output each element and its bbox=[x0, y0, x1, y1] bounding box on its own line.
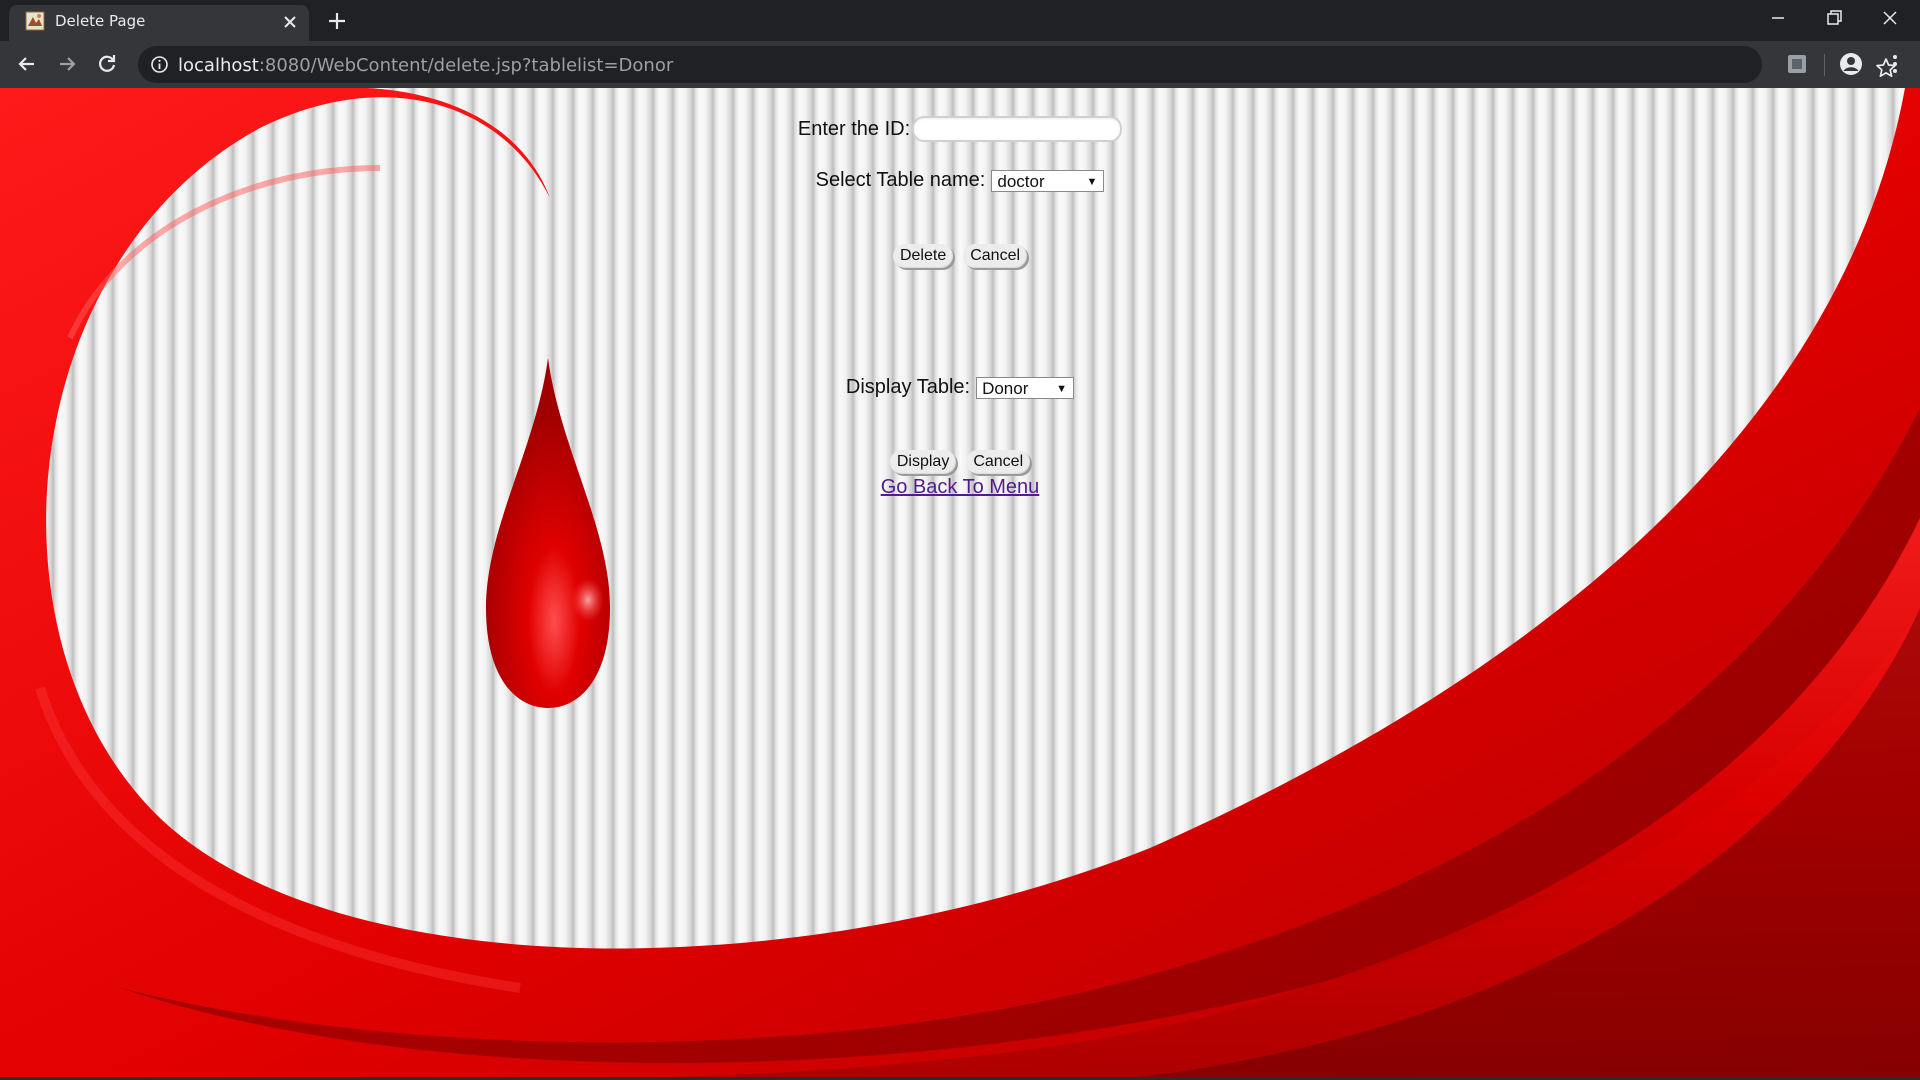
url-host: localhost bbox=[178, 55, 259, 76]
url-path: :8080/WebContent/delete.jsp?tablelist=Do… bbox=[258, 55, 674, 76]
browser-toolbar: localhost:8080/WebContent/delete.jsp?tab… bbox=[0, 41, 1920, 88]
reload-icon[interactable] bbox=[94, 51, 120, 77]
favicon-icon bbox=[25, 11, 45, 31]
display-table-label: Display Table: bbox=[845, 376, 971, 398]
toolbar-separator bbox=[1824, 54, 1825, 76]
display-table-select-value: Donor bbox=[982, 378, 1029, 398]
display-table-select[interactable]: Donor ▼ bbox=[976, 376, 1075, 399]
close-window-icon[interactable] bbox=[1878, 6, 1902, 30]
dropdown-arrow-icon: ▼ bbox=[1056, 382, 1068, 395]
blood-drop-background bbox=[0, 88, 1920, 1080]
new-tab-icon[interactable] bbox=[326, 10, 348, 32]
back-arrow-icon[interactable] bbox=[14, 51, 40, 77]
display-button[interactable]: Display bbox=[889, 450, 957, 474]
display-buttons-row: Display Cancel bbox=[0, 450, 1920, 474]
table-select[interactable]: doctor ▼ bbox=[991, 169, 1105, 192]
dropdown-arrow-icon: ▼ bbox=[1086, 175, 1098, 188]
id-label: Enter the ID: bbox=[797, 117, 911, 140]
forward-arrow-icon[interactable] bbox=[54, 51, 80, 77]
delete-button[interactable]: Delete bbox=[892, 244, 954, 268]
url-text[interactable]: localhost:8080/WebContent/delete.jsp?tab… bbox=[178, 55, 673, 76]
close-tab-icon[interactable] bbox=[281, 13, 299, 31]
select-table-row: Select Table name: doctor ▼ bbox=[0, 169, 1920, 192]
minimize-icon[interactable] bbox=[1766, 6, 1790, 30]
profile-icon[interactable] bbox=[1838, 51, 1864, 77]
id-input[interactable] bbox=[912, 116, 1123, 142]
info-icon[interactable] bbox=[150, 55, 169, 74]
browser-window: Delete Page localhost:8080/WebContent/de… bbox=[0, 0, 1920, 1080]
cancel-delete-button[interactable]: Cancel bbox=[963, 244, 1028, 268]
tab-delete-page[interactable]: Delete Page bbox=[9, 5, 309, 41]
cancel-display-button[interactable]: Cancel bbox=[966, 450, 1031, 474]
extension-icon[interactable] bbox=[1784, 51, 1810, 77]
kebab-menu-icon[interactable] bbox=[1882, 51, 1908, 77]
display-table-row: Display Table: Donor ▼ bbox=[0, 376, 1920, 399]
tab-title: Delete Page bbox=[55, 12, 146, 30]
restore-icon[interactable] bbox=[1822, 6, 1846, 30]
menu-link-row: Go Back To Menu bbox=[0, 476, 1920, 499]
id-row: Enter the ID: bbox=[0, 116, 1920, 142]
tab-strip: Delete Page bbox=[0, 0, 1920, 41]
delete-buttons-row: Delete Cancel bbox=[0, 244, 1920, 268]
page-viewport: Enter the ID: Select Table name: doctor … bbox=[0, 88, 1920, 1080]
address-bar[interactable]: localhost:8080/WebContent/delete.jsp?tab… bbox=[138, 46, 1896, 83]
table-select-value: doctor bbox=[997, 171, 1045, 191]
select-table-label: Select Table name: bbox=[815, 169, 986, 191]
go-back-to-menu-link[interactable]: Go Back To Menu bbox=[881, 476, 1040, 499]
